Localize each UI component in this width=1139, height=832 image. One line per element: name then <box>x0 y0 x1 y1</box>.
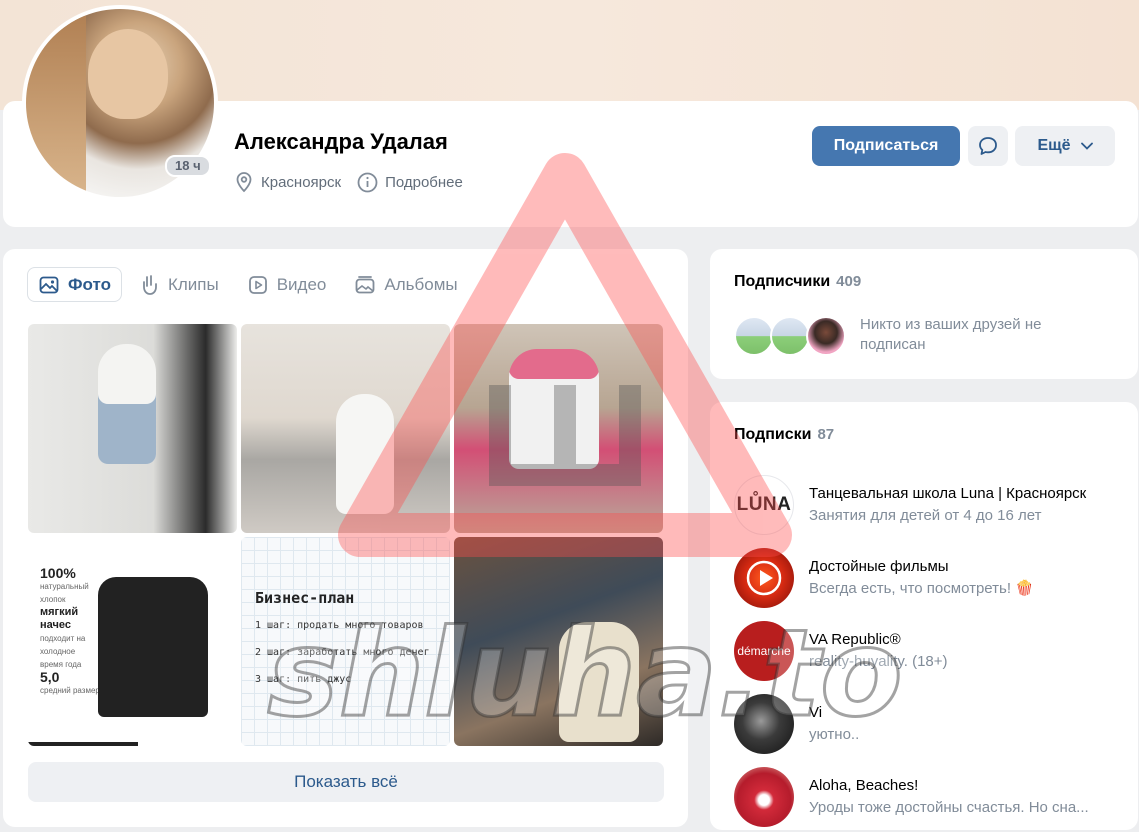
photo-thumbnail[interactable]: 100% натуральный хлопок мягкий начес под… <box>28 537 237 746</box>
followers-avatars[interactable] <box>734 316 846 356</box>
divider <box>28 742 138 746</box>
group-desc: Занятия для детей от 4 до 16 лет <box>809 506 1042 524</box>
sweater-image <box>98 577 208 717</box>
info-icon <box>357 172 378 192</box>
tab-label: Видео <box>276 274 327 294</box>
location-pin-icon <box>236 172 252 193</box>
business-plan-title: Бизнес-план <box>255 589 355 607</box>
group-avatar <box>734 547 794 608</box>
group-avatar: LŮNA <box>734 474 794 535</box>
profile-name: Александра Удалая <box>234 129 448 154</box>
photo-thumbnail[interactable] <box>28 324 237 533</box>
followers-note: Никто из ваших друзей не подписан <box>860 316 1042 353</box>
tab-clips[interactable]: Клипы <box>130 267 229 302</box>
group-name[interactable]: Aloha, Beaches! <box>809 775 1119 797</box>
tab-albums[interactable]: Альбомы <box>344 267 467 302</box>
city-label: Красноярск <box>261 173 342 191</box>
profile-meta: Красноярск Подробнее <box>234 171 463 193</box>
more-button[interactable]: Ещё <box>1015 126 1115 166</box>
group-desc: Всегда есть, что посмотреть! 🍿 <box>809 579 1034 597</box>
show-all-button[interactable]: Показать всё <box>28 762 664 802</box>
group-avatar <box>734 693 794 754</box>
group-desc: Уроды тоже достойны счастья. Но сна... <box>809 798 1089 816</box>
group-name[interactable]: VA Republic® <box>809 629 1119 651</box>
followers-title-text: Подписчики <box>734 273 831 290</box>
details-label: Подробнее <box>385 173 463 191</box>
list-item[interactable]: LŮNA Танцевальная школа Luna | Красноярс… <box>734 468 1129 541</box>
photo-thumbnail[interactable] <box>454 537 663 746</box>
photo-person <box>559 622 639 742</box>
followers-count: 409 <box>836 273 862 290</box>
product-features: 100% натуральный хлопок мягкий начес под… <box>40 565 100 697</box>
photo-thumbnail[interactable]: Бизнес-план 1 шаг: продать много товаров… <box>241 537 450 746</box>
business-plan-step: 1 шаг: продать много товаров <box>255 620 424 631</box>
group-avatar: démarche <box>734 620 794 681</box>
online-badge: 18 ч <box>165 155 211 177</box>
list-item[interactable]: Достойные фильмы Всегда есть, что посмот… <box>734 541 1129 614</box>
group-name[interactable]: Танцевальная школа Luna | Красноярск <box>809 483 1119 505</box>
avatar <box>806 316 846 356</box>
subscriptions-title-text: Подписки <box>734 426 812 443</box>
city-item: Красноярск <box>234 171 341 193</box>
media-tabs: Фото Клипы Видео Альбомы <box>27 267 468 302</box>
feature-text: натуральный хлопок <box>40 582 89 604</box>
group-avatar <box>734 766 794 827</box>
avatar <box>734 316 774 356</box>
followers-title[interactable]: Подписчики 409 <box>734 273 861 291</box>
more-label: Ещё <box>1037 137 1071 154</box>
feature-soft: мягкий начес <box>40 606 79 631</box>
details-link[interactable]: Подробнее <box>357 172 463 193</box>
tab-label: Альбомы <box>384 274 458 294</box>
tab-label: Клипы <box>167 274 219 294</box>
group-desc: reality-huyality. (18+) <box>809 652 948 670</box>
message-button[interactable] <box>968 126 1008 166</box>
followers-block: Подписчики 409 Никто из ваших друзей не п… <box>710 249 1138 379</box>
photo-person <box>509 349 599 469</box>
clips-icon <box>143 274 157 295</box>
subscriptions-list: LŮNA Танцевальная школа Luna | Красноярс… <box>734 468 1129 832</box>
subscriptions-count: 87 <box>817 426 835 443</box>
feature-text: средний размер <box>40 686 100 695</box>
photo-grid: 100% натуральный хлопок мягкий начес под… <box>28 324 664 746</box>
list-item[interactable]: démarche VA Republic® reality-huyality. … <box>734 614 1129 687</box>
list-item[interactable]: Aloha, Beaches! Уроды тоже достойны счас… <box>734 760 1129 832</box>
video-icon <box>248 275 267 294</box>
business-plan-step: 2 шаг: заработать много денег <box>255 647 430 658</box>
group-name[interactable]: Достойные фильмы <box>809 556 1119 578</box>
photo-person <box>336 394 394 514</box>
avatar <box>770 316 810 356</box>
subscriptions-title[interactable]: Подписки 87 <box>734 426 834 444</box>
photo-thumbnail[interactable] <box>454 324 663 533</box>
group-name[interactable]: Vi <box>809 702 1119 724</box>
feature-size: 5,0 <box>40 669 60 685</box>
business-plan-step: 3 шаг: пить джус <box>255 674 352 685</box>
play-icon <box>746 560 782 595</box>
group-desc: уютно.. <box>809 725 860 743</box>
tab-video[interactable]: Видео <box>237 267 337 302</box>
list-item[interactable]: Vi уютно.. <box>734 687 1129 760</box>
photo-thumbnail[interactable] <box>241 324 450 533</box>
feature-text: подходит на холодное время года <box>40 634 86 669</box>
chevron-down-icon <box>1080 142 1093 150</box>
albums-icon <box>355 275 375 293</box>
subscribe-button[interactable]: Подписаться <box>812 126 960 166</box>
feature-percent: 100% <box>40 565 76 581</box>
image-icon <box>39 276 59 293</box>
media-block: Фото Клипы Видео Альбомы 100% натуральны… <box>3 249 688 827</box>
photo-person <box>98 344 156 464</box>
tab-label: Фото <box>68 274 111 294</box>
message-icon <box>979 137 997 155</box>
tab-photos[interactable]: Фото <box>27 267 122 302</box>
subscriptions-block: Подписки 87 LŮNA Танцевальная школа Luna … <box>710 402 1138 830</box>
